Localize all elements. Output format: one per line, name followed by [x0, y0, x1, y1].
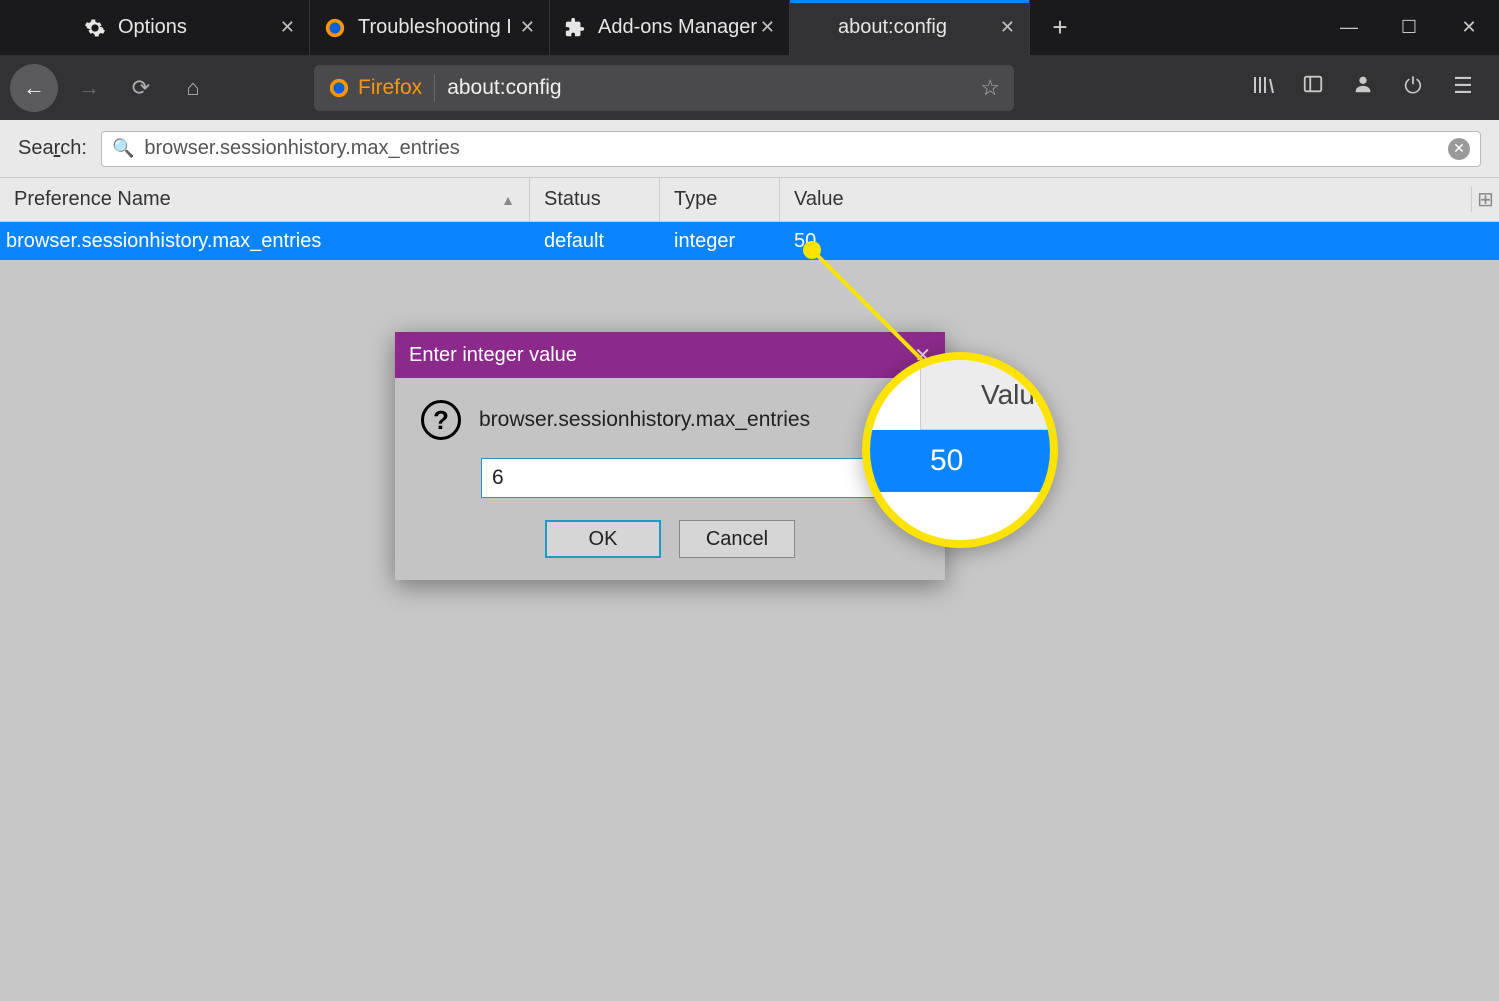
maximize-button[interactable]: ☐ — [1379, 0, 1439, 55]
tab-aboutconfig[interactable]: about:config ✕ — [790, 0, 1030, 55]
menu-icon[interactable]: ☰ — [1447, 73, 1479, 103]
sort-asc-icon: ▲ — [501, 192, 515, 208]
close-icon[interactable]: ✕ — [760, 17, 775, 38]
minimize-button[interactable]: — — [1319, 0, 1379, 55]
col-type[interactable]: Type — [660, 178, 780, 221]
question-icon: ? — [421, 400, 461, 440]
separator — [434, 74, 435, 102]
dialog-titlebar[interactable]: Enter integer value ✕ — [395, 332, 945, 378]
cell-name: browser.sessionhistory.max_entries — [0, 230, 530, 253]
callout-dot — [803, 241, 821, 259]
forward-button[interactable]: → — [68, 67, 110, 109]
close-icon[interactable]: ✕ — [280, 17, 295, 38]
tab-options[interactable]: Options ✕ — [70, 0, 310, 55]
tab-label: about:config — [838, 16, 947, 39]
dialog-body: ? browser.sessionhistory.max_entries OK … — [395, 378, 945, 580]
search-input[interactable]: 🔍 browser.sessionhistory.max_entries ✕ — [101, 131, 1481, 167]
cell-type: integer — [660, 230, 780, 253]
url-text: about:config — [447, 76, 561, 100]
col-preference-name[interactable]: Preference Name ▲ — [0, 178, 530, 221]
power-icon[interactable]: ⏻ — [1397, 73, 1429, 103]
magnifier-value: 50 — [870, 430, 1050, 492]
close-icon[interactable]: ✕ — [520, 17, 535, 38]
nav-toolbar: ← → ⟳ ⌂ Firefox about:config ☆ ⏻ ☰ — [0, 55, 1499, 120]
gear-icon — [84, 17, 106, 39]
home-button[interactable]: ⌂ — [172, 67, 214, 109]
tab-strip: Options ✕ Troubleshooting I ✕ Add-ons Ma… — [0, 0, 1499, 55]
col-value[interactable]: Value — [780, 178, 1471, 221]
tab-addons[interactable]: Add-ons Manager ✕ — [550, 0, 790, 55]
pref-table-header: Preference Name ▲ Status Type Value ⊞ — [0, 178, 1499, 222]
library-icon[interactable] — [1247, 73, 1279, 103]
column-picker-icon[interactable]: ⊞ — [1471, 187, 1499, 212]
ok-button[interactable]: OK — [545, 520, 661, 558]
sidebar-icon[interactable] — [1297, 73, 1329, 103]
window-controls: — ☐ ✕ — [1319, 0, 1499, 55]
close-window-button[interactable]: ✕ — [1439, 0, 1499, 55]
url-bar[interactable]: Firefox about:config ☆ — [314, 65, 1014, 111]
new-tab-button[interactable]: + — [1030, 0, 1090, 55]
search-label: Search: — [18, 137, 87, 160]
account-icon[interactable] — [1347, 73, 1379, 103]
tab-troubleshooting[interactable]: Troubleshooting I ✕ — [310, 0, 550, 55]
pref-row-selected[interactable]: browser.sessionhistory.max_entries defau… — [0, 222, 1499, 260]
cancel-button[interactable]: Cancel — [679, 520, 795, 558]
col-status[interactable]: Status — [530, 178, 660, 221]
puzzle-icon — [564, 17, 586, 39]
close-icon[interactable]: ✕ — [1000, 17, 1015, 38]
tab-label: Troubleshooting I — [358, 16, 512, 39]
value-input[interactable] — [481, 458, 919, 498]
tab-label: Options — [118, 16, 187, 39]
back-button[interactable]: ← — [10, 64, 58, 112]
bookmark-star-icon[interactable]: ☆ — [980, 75, 1000, 101]
search-value: browser.sessionhistory.max_entries — [144, 137, 459, 160]
cell-status: default — [530, 230, 660, 253]
blank-icon — [804, 17, 826, 39]
config-search-row: Search: 🔍 browser.sessionhistory.max_ent… — [0, 120, 1499, 178]
dialog-title: Enter integer value — [409, 344, 577, 367]
search-icon: 🔍 — [112, 138, 134, 159]
reload-button[interactable]: ⟳ — [120, 67, 162, 109]
clear-search-icon[interactable]: ✕ — [1448, 138, 1470, 160]
magnifier-callout: Value 50 — [862, 352, 1058, 548]
cell-value: 50 — [780, 230, 1499, 253]
identity-box[interactable]: Firefox — [328, 76, 422, 100]
firefox-icon — [324, 17, 346, 39]
dialog-pref-name: browser.sessionhistory.max_entries — [479, 408, 810, 432]
tab-label: Add-ons Manager — [598, 16, 757, 39]
toolbar-right: ⏻ ☰ — [1247, 73, 1479, 103]
magnifier-header: Value — [920, 360, 1050, 430]
